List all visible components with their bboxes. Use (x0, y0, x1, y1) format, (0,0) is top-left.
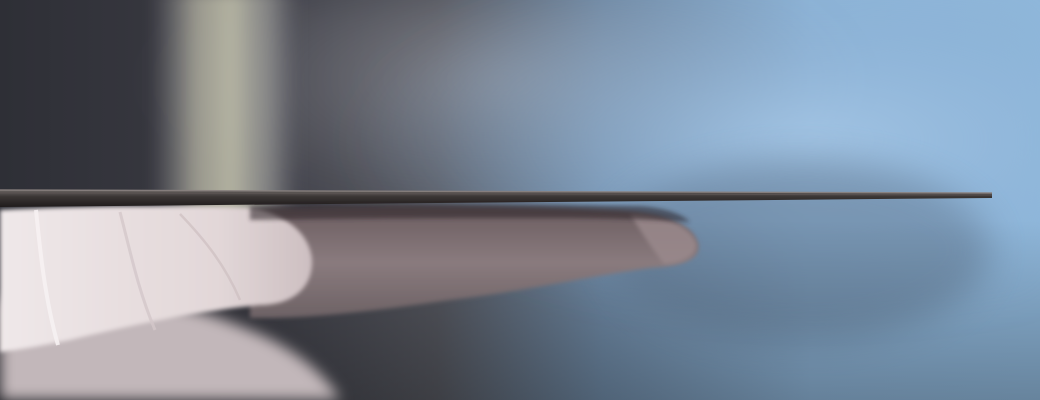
photo-scene (0, 0, 1040, 400)
photo-illustration (0, 0, 1040, 400)
